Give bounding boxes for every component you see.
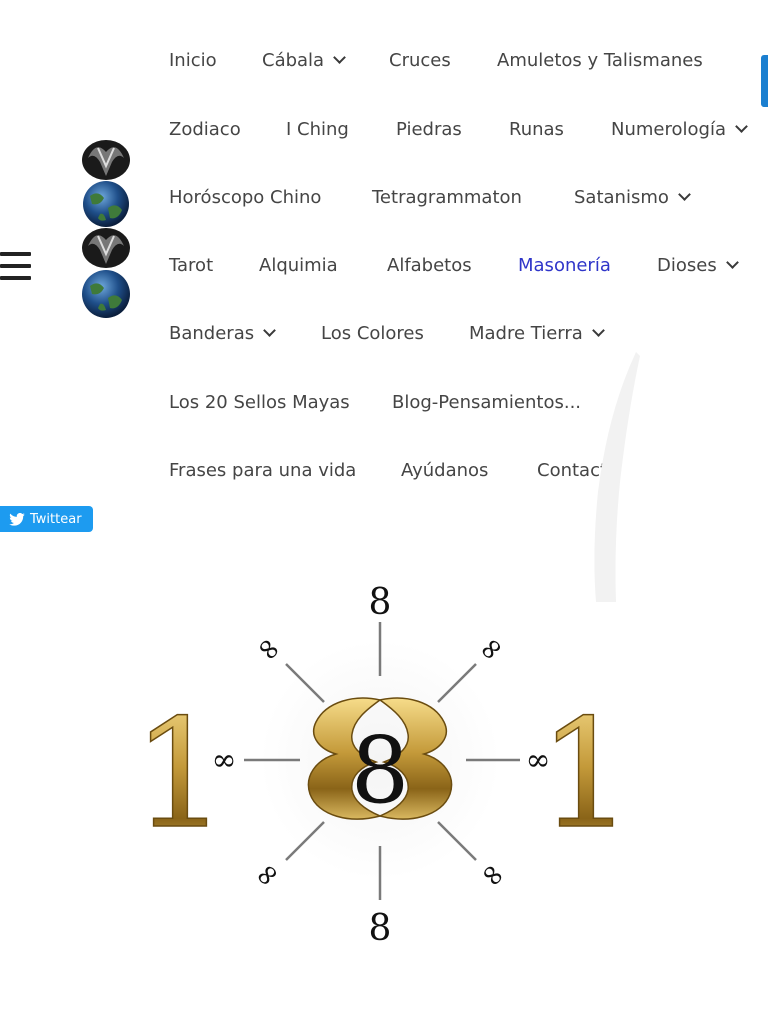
emblem-infinity-top-right: ∞ — [470, 628, 512, 670]
chevron-down-icon — [735, 120, 748, 133]
nav-item-alquimia[interactable]: Alquimia — [259, 255, 338, 277]
nav-item-dioses[interactable]: Dioses — [657, 255, 739, 277]
chevron-down-icon — [591, 324, 605, 337]
nav-item-iching[interactable]: I Ching — [286, 119, 349, 141]
nav-item-sellos-mayas[interactable]: Los 20 Sellos Mayas — [169, 392, 350, 414]
site-logo[interactable] — [78, 138, 134, 322]
twitter-bird-icon — [9, 512, 25, 526]
nav-item-tarot[interactable]: Tarot — [169, 255, 213, 277]
emblem-bottom-eight: 8 — [369, 908, 392, 949]
nav-item-masoneria[interactable]: Masonería — [518, 255, 611, 277]
nav-item-inicio[interactable]: Inicio — [169, 50, 217, 72]
nav-item-banderas[interactable]: Banderas — [169, 323, 276, 345]
nav-item-blog[interactable]: Blog-Pensamientos... — [392, 392, 581, 414]
nav-item-frases[interactable]: Frases para una vida — [169, 460, 356, 482]
emblem-left-one: 1 — [140, 688, 228, 862]
chevron-down-icon — [263, 324, 276, 337]
emblem-center-eight: 8 — [351, 717, 410, 824]
nav-item-cabala[interactable]: Cábala — [262, 50, 346, 72]
nav-item-horoscopo-chino[interactable]: Horóscopo Chino — [169, 187, 321, 209]
emblem-infinity-bottom-right: ∞ — [472, 854, 514, 896]
hamburger-menu-icon[interactable] — [0, 252, 31, 282]
nav-item-satanismo[interactable]: Satanismo — [574, 187, 691, 209]
nav-item-zodiaco[interactable]: Zodiaco — [169, 119, 241, 141]
emblem-top-eight: 8 — [369, 582, 392, 623]
nav-item-numerologia[interactable]: Numerología — [611, 119, 748, 141]
emblem-right-one: 1 — [538, 688, 630, 862]
tweet-button-label: Twittear — [30, 511, 82, 527]
side-toggle-tab[interactable] — [761, 55, 768, 107]
chevron-down-icon — [333, 51, 346, 64]
nav-item-los-colores[interactable]: Los Colores — [321, 323, 424, 345]
emblem-infinity-bottom-left: ∞ — [246, 854, 288, 896]
nav-item-piedras[interactable]: Piedras — [396, 119, 462, 141]
chevron-down-icon — [678, 188, 691, 201]
tweet-button[interactable]: Twittear — [0, 506, 93, 532]
nav-item-runas[interactable]: Runas — [509, 119, 564, 141]
nav-item-ayudanos[interactable]: Ayúdanos — [401, 460, 488, 482]
masonic-emblem-image: 8 8 ∞ ∞ ∞ ∞ ∞ ∞ 1 1 8 — [140, 582, 630, 949]
background-watermark-shape — [594, 352, 640, 602]
nav-item-alfabetos[interactable]: Alfabetos — [387, 255, 472, 277]
emblem-infinity-top-left: ∞ — [248, 628, 290, 670]
chevron-down-icon — [725, 256, 739, 269]
nav-item-madre-tierra[interactable]: Madre Tierra — [469, 323, 605, 345]
nav-item-cruces[interactable]: Cruces — [389, 50, 451, 72]
nav-item-tetragrammaton[interactable]: Tetragrammaton — [372, 187, 522, 209]
nav-item-amuletos[interactable]: Amuletos y Talismanes — [497, 50, 703, 72]
